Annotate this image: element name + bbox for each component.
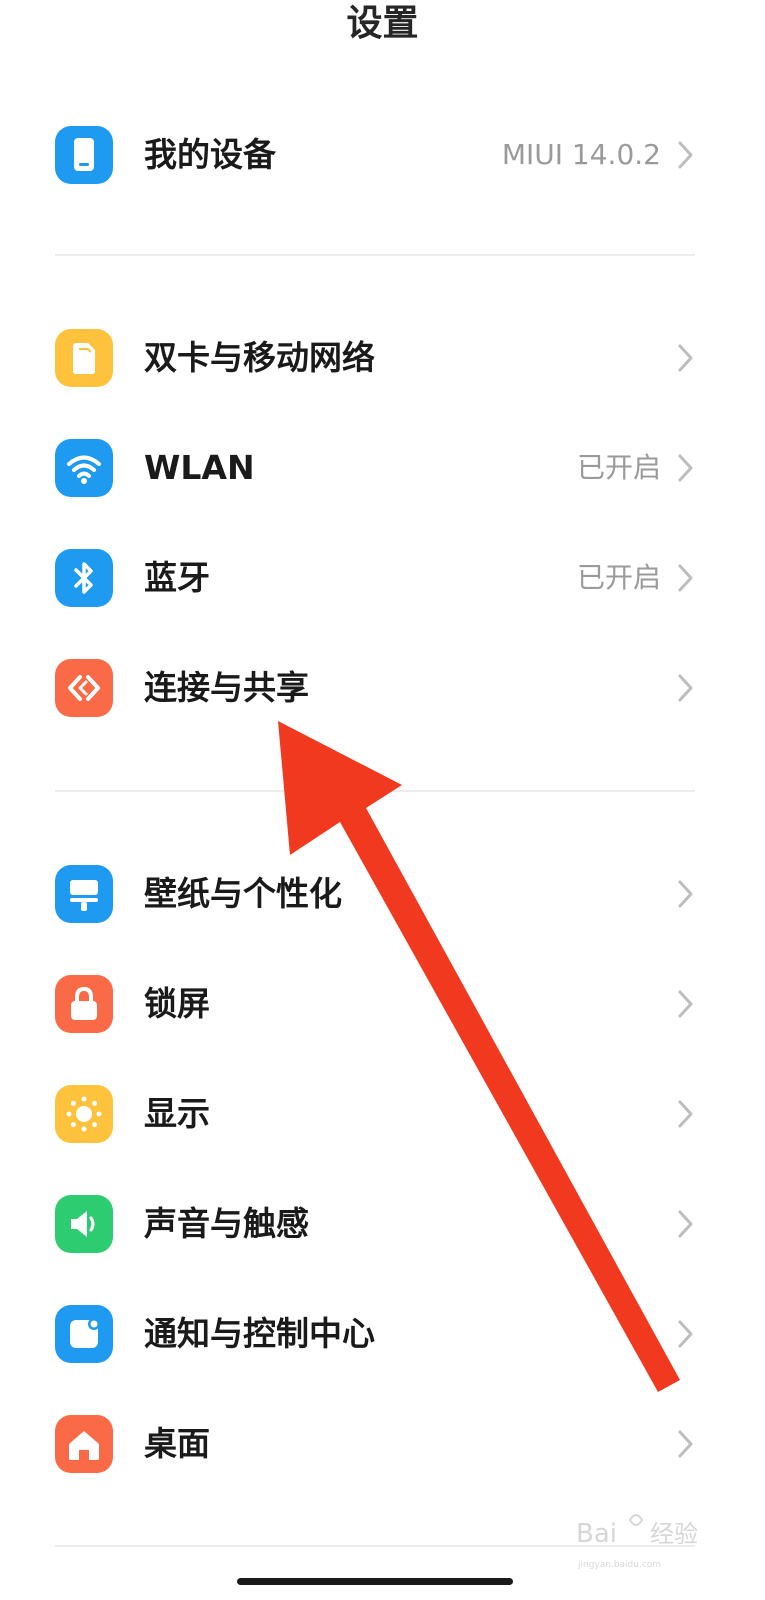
chevron-right-icon [678, 344, 693, 372]
settings-item-lock-screen[interactable]: 锁屏 [0, 949, 765, 1059]
settings-item-notifications[interactable]: 通知与控制中心 [0, 1279, 765, 1389]
settings-item-value: MIUI 14.0.2 [501, 138, 661, 171]
settings-item-label: 壁纸与个性化 [144, 874, 342, 913]
wallpaper-brush-icon [55, 865, 113, 923]
sun-icon [55, 1085, 113, 1143]
wifi-icon [55, 439, 113, 497]
settings-item-display[interactable]: 显示 [0, 1059, 765, 1169]
chevron-right-icon [678, 990, 693, 1018]
sim-card-icon [55, 329, 113, 387]
settings-item-value: 已开启 [576, 451, 661, 484]
phone-icon [55, 126, 113, 184]
chevron-right-icon [678, 1100, 693, 1128]
lock-icon [55, 975, 113, 1033]
chevron-right-icon [678, 1430, 693, 1458]
notification-icon [55, 1305, 113, 1363]
settings-item-label: 显示 [144, 1094, 210, 1133]
settings-item-label: 蓝牙 [144, 558, 210, 597]
chevron-right-icon [678, 564, 693, 592]
settings-item-wlan[interactable]: WLAN 已开启 [0, 413, 765, 523]
settings-item-sim-network[interactable]: 双卡与移动网络 [0, 303, 765, 413]
settings-item-label: WLAN [144, 448, 255, 487]
settings-item-label: 声音与触感 [144, 1204, 309, 1243]
baidu-jingyan-watermark-logo: Bai 经验 [576, 1514, 698, 1549]
settings-item-label: 我的设备 [144, 135, 276, 174]
settings-item-label: 双卡与移动网络 [144, 338, 375, 377]
settings-item-label: 桌面 [144, 1424, 210, 1463]
settings-item-connection-sharing[interactable]: 连接与共享 [0, 633, 765, 743]
chevron-right-icon [678, 674, 693, 702]
home-icon [55, 1415, 113, 1473]
settings-item-my-device[interactable]: 我的设备 MIUI 14.0.2 [0, 100, 765, 210]
settings-item-sound[interactable]: 声音与触感 [0, 1169, 765, 1279]
settings-item-label: 连接与共享 [144, 668, 309, 707]
chevron-right-icon [678, 141, 693, 169]
settings-item-label: 通知与控制中心 [144, 1314, 375, 1353]
connection-icon [55, 659, 113, 717]
chevron-right-icon [678, 1210, 693, 1238]
settings-item-bluetooth[interactable]: 蓝牙 已开启 [0, 523, 765, 633]
settings-item-label: 锁屏 [144, 984, 210, 1023]
home-indicator-bar[interactable] [237, 1578, 513, 1585]
section-divider [55, 254, 695, 256]
watermark-text: jingyan.baidu.com [578, 1560, 662, 1570]
speaker-icon [55, 1195, 113, 1253]
svg-text:经验: 经验 [650, 1520, 698, 1548]
page-title: 设置 [346, 3, 419, 44]
settings-item-wallpaper[interactable]: 壁纸与个性化 [0, 839, 765, 949]
chevron-right-icon [678, 880, 693, 908]
chevron-right-icon [678, 1320, 693, 1348]
bluetooth-icon [55, 549, 113, 607]
svg-text:Bai: Bai [576, 1519, 617, 1549]
settings-item-value: 已开启 [576, 561, 661, 594]
section-divider [55, 790, 695, 792]
chevron-right-icon [678, 454, 693, 482]
